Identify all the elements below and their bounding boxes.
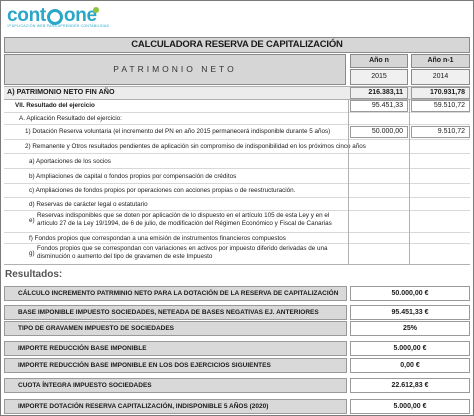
result-label-dotacion-reserva: IMPORTE DOTACIÓN RESERVA CAPITALIZACIÓN,… bbox=[4, 399, 347, 414]
patrimonio-neto-fin-n[interactable]: 216.383,11 bbox=[350, 87, 408, 99]
result-row: TIPO DE GRAVAMEN IMPUESTO DE SOCIEDADES … bbox=[4, 321, 470, 336]
ampliaciones-acciones-propias-label: c) Ampliaciones de fondos propios por op… bbox=[29, 187, 296, 194]
divider bbox=[4, 168, 470, 169]
reservas-indisponibles-prefix: e) bbox=[29, 217, 35, 224]
divider bbox=[4, 124, 470, 125]
result-value-incremento-pn: 50.000,00 € bbox=[350, 286, 470, 301]
year-n1-header: Año n-1 bbox=[411, 54, 470, 68]
divider bbox=[4, 139, 470, 140]
divider bbox=[4, 153, 470, 154]
reservas-legal-label: d) Reservas de carácter legal o estatuta… bbox=[29, 201, 148, 208]
aportaciones-socios-label: a) Aportaciones de los socios bbox=[29, 158, 111, 165]
logo-at-ring-icon bbox=[46, 8, 63, 25]
reservas-indisponibles-label: Reservas indisponibles que se doten por … bbox=[37, 212, 332, 227]
result-value-base-imponible: 95.451,33 € bbox=[350, 305, 470, 320]
aplicacion-resultado-label: A. Aplicación Resultado del ejercicio: bbox=[19, 115, 122, 122]
divider bbox=[4, 112, 470, 113]
result-value-dotacion-reserva: 5.000,00 € bbox=[350, 399, 470, 414]
result-label-reduccion-bi: IMPORTE REDUCCIÓN BASE IMPONIBLE bbox=[4, 341, 347, 356]
patrimonio-neto-header: PATRIMONIO NETO bbox=[4, 54, 346, 85]
instrumentos-compuestos-label: f) Fondos propios que correspondan a una… bbox=[29, 235, 286, 242]
logo-text-post: one bbox=[63, 5, 97, 26]
logo-wordmark: cont one bbox=[7, 6, 97, 25]
variaciones-activos-label: Fondos propios que se correspondan con v… bbox=[37, 245, 328, 260]
result-row: BASE IMPONIBLE IMPUESTO SOCIEDADES, NETE… bbox=[4, 305, 470, 320]
result-label-cuota-integra: CUOTA ÍNTEGRA IMPUESTO SOCIEDADES bbox=[4, 378, 347, 393]
calculator-frame: cont one 1ª APLICACIÓN WEB PARA APRENDER … bbox=[0, 0, 474, 416]
dotacion-reserva-n1[interactable]: 9.510,72 bbox=[411, 126, 470, 138]
result-value-reduccion-bi: 5.000,00 € bbox=[350, 341, 470, 356]
resultado-ejercicio-label: VII. Resultado del ejercicio bbox=[15, 102, 95, 109]
variaciones-activos-prefix: g) bbox=[29, 250, 35, 257]
year-n-value[interactable]: 2015 bbox=[350, 69, 408, 85]
divider bbox=[4, 264, 470, 265]
divider bbox=[4, 183, 470, 184]
divider bbox=[4, 232, 470, 233]
result-label-incremento-pn: CÁLCULO INCREMENTO PATRMINIO NETO PARA L… bbox=[4, 286, 347, 301]
divider bbox=[4, 210, 470, 211]
result-row: CÁLCULO INCREMENTO PATRMINIO NETO PARA L… bbox=[4, 286, 470, 301]
logo-tagline: 1ª APLICACIÓN WEB PARA APRENDER CONTABIL… bbox=[7, 24, 110, 28]
page-title: CALCULADORA RESERVA DE CAPITALIZACIÓN bbox=[4, 37, 470, 53]
result-label-tipo-gravamen: TIPO DE GRAVAMEN IMPUESTO DE SOCIEDADES bbox=[4, 321, 347, 336]
result-value-tipo-gravamen: 25% bbox=[350, 321, 470, 336]
patrimonio-neto-fin-n1[interactable]: 170.931,78 bbox=[411, 87, 470, 99]
dotacion-reserva-n[interactable]: 50.000,00 bbox=[350, 126, 408, 138]
result-row: IMPORTE DOTACIÓN RESERVA CAPITALIZACIÓN,… bbox=[4, 399, 470, 414]
result-label-reduccion-siguientes: IMPORTE REDUCCIÓN BASE IMPONIBLE EN LOS … bbox=[4, 358, 347, 373]
logo-dot-icon bbox=[93, 7, 99, 13]
column-divider bbox=[409, 99, 410, 264]
result-label-base-imponible: BASE IMPONIBLE IMPUESTO SOCIEDADES, NETE… bbox=[4, 305, 347, 320]
result-value-reduccion-siguientes: 0,00 € bbox=[350, 358, 470, 373]
result-row: CUOTA ÍNTEGRA IMPUESTO SOCIEDADES 22.612… bbox=[4, 378, 470, 393]
resultado-ejercicio-n1[interactable]: 59.510,72 bbox=[411, 100, 470, 112]
resultado-ejercicio-n[interactable]: 95.451,33 bbox=[350, 100, 408, 112]
result-value-cuota-integra: 22.612,83 € bbox=[350, 378, 470, 393]
result-row: IMPORTE REDUCCIÓN BASE IMPONIBLE EN LOS … bbox=[4, 358, 470, 373]
app-header: cont one 1ª APLICACIÓN WEB PARA APRENDER … bbox=[1, 1, 473, 37]
remanente-label: 2) Remanente y Otros resultados pendient… bbox=[25, 143, 366, 150]
dotacion-reserva-label: 1) Dotación Reserva voluntaria (el incre… bbox=[25, 128, 331, 135]
year-n-header: Año n bbox=[350, 54, 408, 68]
year-n1-value[interactable]: 2014 bbox=[411, 69, 470, 85]
result-row: IMPORTE REDUCCIÓN BASE IMPONIBLE 5.000,0… bbox=[4, 341, 470, 356]
resultados-heading: Resultados: bbox=[5, 269, 63, 280]
divider bbox=[4, 197, 470, 198]
ampliaciones-capital-label: b) Ampliaciones de capital o fondos prop… bbox=[29, 173, 237, 180]
logo-text-pre: cont bbox=[7, 5, 46, 26]
column-divider bbox=[348, 99, 349, 264]
divider bbox=[4, 243, 470, 244]
patrimonio-neto-fin-label: A) PATRIMONIO NETO FIN AÑO bbox=[7, 87, 115, 96]
